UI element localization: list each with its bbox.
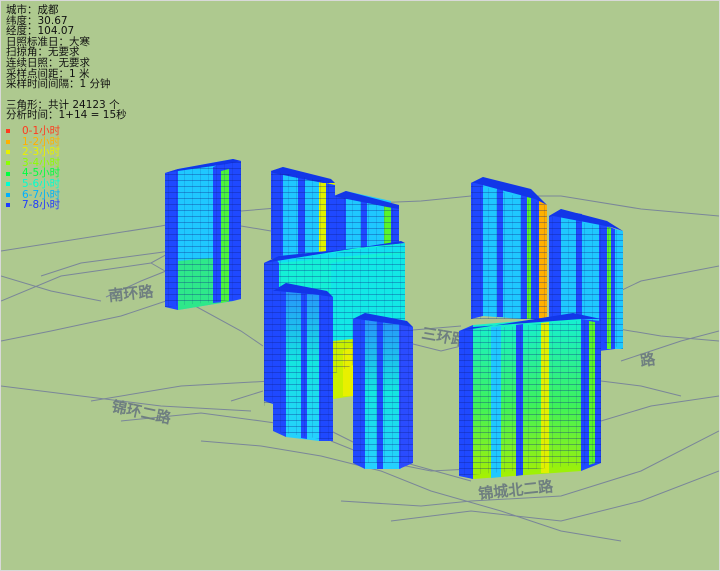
analysis-info-panel: 城市：成都 纬度：30.67 经度：104.07 日照标准日：大寒 扫掠角：无要… bbox=[6, 5, 127, 121]
building-6[interactable] bbox=[353, 313, 413, 469]
road-label-bottom: 锦城北二路 bbox=[478, 477, 555, 503]
info-sample-interval: 采样时间间隔：1 分钟 bbox=[6, 78, 111, 91]
legend-swatch bbox=[6, 150, 10, 155]
sunlight-hours-legend: 0-1小时 1-2小时 2-3小时 3-4小时 4-5小时 5-6小时 6-7小… bbox=[6, 126, 60, 211]
info-analysis-time: 分析时间：1+14 = 15秒 bbox=[6, 109, 127, 122]
road-label-right: 路 bbox=[639, 350, 657, 370]
info-continuous: 连续日照：无要求 bbox=[6, 56, 90, 69]
legend-swatch bbox=[6, 171, 10, 176]
legend-swatch bbox=[6, 129, 10, 134]
building-1[interactable] bbox=[165, 159, 241, 310]
sunlight-analysis-viewport[interactable]: 南环路 三环路 锦环二路 锦城北二路 路 城市：成都 纬度：30.67 经度：1… bbox=[0, 0, 720, 571]
legend-label: 7-8小时 bbox=[22, 199, 61, 212]
legend-item: 7-8小时 bbox=[6, 200, 60, 211]
building-5[interactable] bbox=[273, 283, 333, 441]
road-label-top-left: 南环路 bbox=[108, 282, 156, 305]
legend-swatch bbox=[6, 192, 10, 197]
building-9[interactable] bbox=[459, 313, 601, 479]
legend-item: 0-1小时 bbox=[6, 126, 60, 137]
legend-swatch bbox=[6, 182, 10, 187]
legend-item: 5-6小时 bbox=[6, 179, 60, 190]
building-2[interactable] bbox=[271, 167, 335, 261]
legend-label: 0-1小时 bbox=[22, 125, 61, 137]
legend-swatch bbox=[6, 161, 10, 166]
legend-swatch bbox=[6, 139, 10, 144]
building-7[interactable] bbox=[471, 177, 547, 319]
road-label-left-bottom: 锦环二路 bbox=[110, 397, 173, 427]
info-city: 城市：成都 bbox=[6, 4, 59, 16]
legend-label: 5-6小时 bbox=[22, 177, 61, 190]
legend-swatch bbox=[6, 203, 10, 208]
